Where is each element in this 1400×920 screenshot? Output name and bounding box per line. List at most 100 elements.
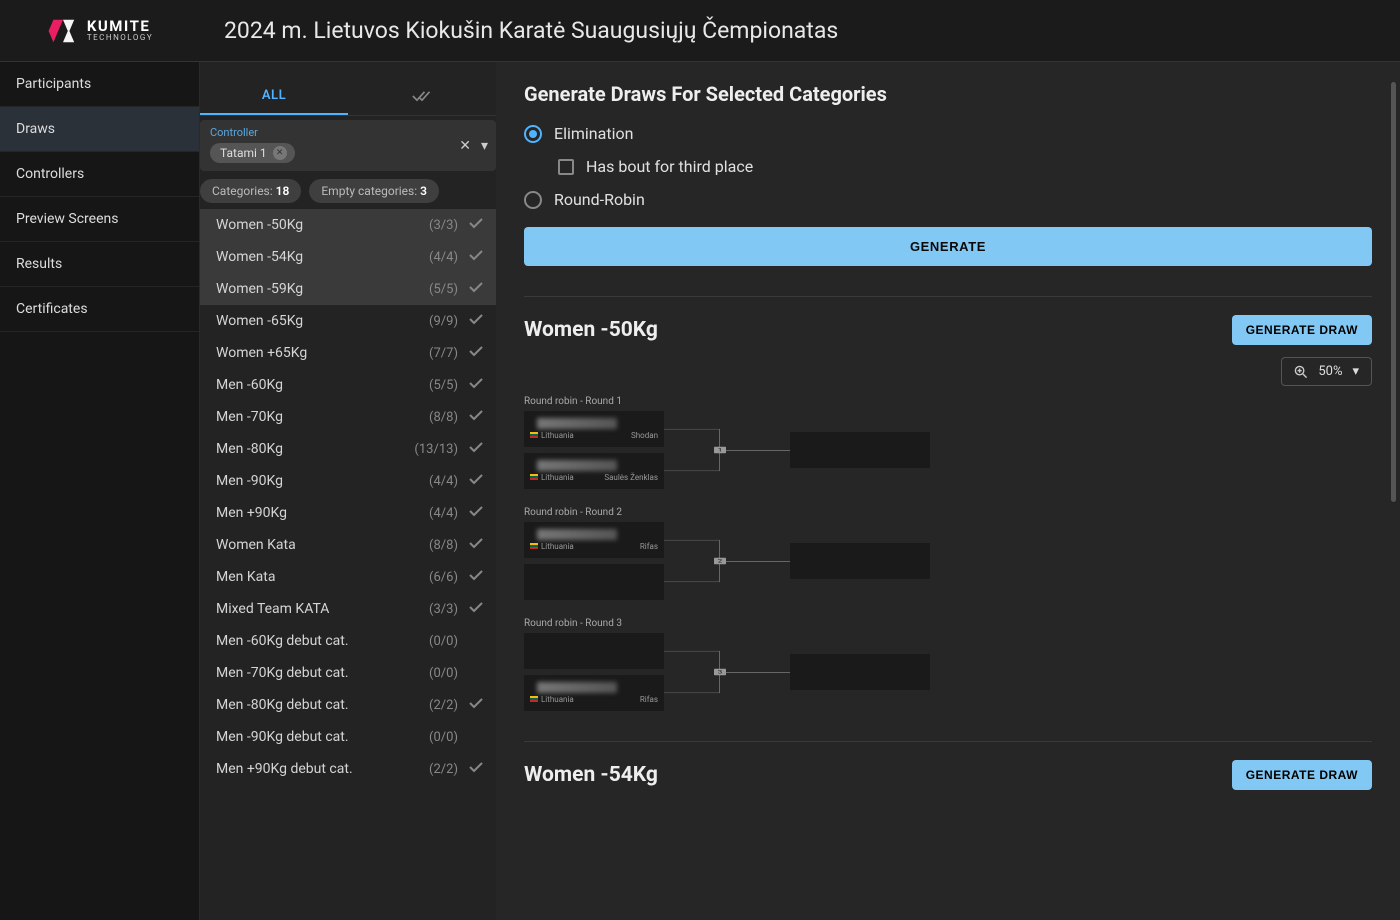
- round-block: Round robin - Round 3 LithuaniaRifas 3: [524, 618, 1372, 711]
- category-count: (6/6): [429, 570, 458, 585]
- brand-name: KUMITE: [87, 19, 153, 34]
- category-list: Women -50Kg (3/3) Women -54Kg (4/4) Wome…: [200, 209, 496, 920]
- sidebar-item-draws[interactable]: Draws: [0, 107, 199, 152]
- generate-button[interactable]: GENERATE: [524, 227, 1372, 266]
- logo[interactable]: KUMITE TECHNOLOGY: [0, 15, 200, 47]
- flag-icon: [530, 696, 538, 702]
- sidebar-item-certificates[interactable]: Certificates: [0, 287, 199, 332]
- category-item[interactable]: Women -54Kg (4/4): [200, 241, 496, 273]
- bracket: Lithuania Rifas 2: [524, 522, 1372, 600]
- category-name: Men -90Kg debut cat.: [216, 729, 429, 745]
- check-icon: [468, 601, 484, 617]
- competitor-name-blurred: [537, 418, 617, 429]
- result-box[interactable]: [790, 654, 930, 690]
- controller-selector[interactable]: Controller Tatami 1 ✕ ✕ ▾: [200, 120, 496, 171]
- elimination-radio[interactable]: Elimination: [524, 124, 1372, 143]
- generate-draw-button[interactable]: GENERATE DRAW: [1232, 760, 1372, 790]
- category-name: Women -54Kg: [216, 249, 429, 265]
- category-count: (3/3): [429, 218, 458, 233]
- bracket: LithuaniaShodan LithuaniaSaulės Ženklas …: [524, 411, 1372, 489]
- tab-checked[interactable]: [348, 78, 496, 115]
- category-count: (9/9): [429, 314, 458, 329]
- sidebar-item-participants[interactable]: Participants: [0, 62, 199, 107]
- sidebar-item-results[interactable]: Results: [0, 242, 199, 287]
- competitor-name-blurred: [537, 682, 617, 693]
- round-label: Round robin - Round 3: [524, 618, 1372, 629]
- double-check-icon: [412, 89, 432, 103]
- category-item[interactable]: Women Kata (8/8): [200, 529, 496, 561]
- check-icon: [468, 313, 484, 329]
- category-item[interactable]: Women -59Kg (5/5): [200, 273, 496, 305]
- sidebar-item-preview-screens[interactable]: Preview Screens: [0, 197, 199, 242]
- empty-categories-pill[interactable]: Empty categories: 3: [309, 179, 439, 203]
- category-item[interactable]: Men -80Kg (13/13): [200, 433, 496, 465]
- category-item[interactable]: Men -60Kg (5/5): [200, 369, 496, 401]
- category-item[interactable]: Men -70Kg debut cat. (0/0): [200, 657, 496, 689]
- round-robin-label: Round-Robin: [554, 190, 645, 209]
- topbar: KUMITE TECHNOLOGY 2024 m. Lietuvos Kioku…: [0, 0, 1400, 62]
- category-count: (0/0): [429, 666, 458, 681]
- block-title: Women -54Kg: [524, 763, 658, 787]
- competitor-club: Rifas: [640, 542, 658, 551]
- competitor-box[interactable]: LithuaniaShodan: [524, 411, 664, 447]
- category-count: (4/4): [429, 250, 458, 265]
- category-item[interactable]: Men -80Kg debut cat. (2/2): [200, 689, 496, 721]
- dropdown-icon[interactable]: ▾: [481, 138, 488, 154]
- category-name: Men -60Kg: [216, 377, 429, 393]
- category-name: Men +90Kg: [216, 505, 429, 521]
- category-item[interactable]: Women -65Kg (9/9): [200, 305, 496, 337]
- flag-icon: [530, 432, 538, 438]
- categories-pill[interactable]: Categories: 18: [200, 179, 301, 203]
- competitor-box[interactable]: Lithuania Rifas: [524, 522, 664, 558]
- category-count: (2/2): [429, 698, 458, 713]
- competitor-box-empty[interactable]: [524, 633, 664, 669]
- scrollbar[interactable]: [1391, 82, 1396, 502]
- category-item[interactable]: Men -60Kg debut cat. (0/0): [200, 625, 496, 657]
- round-robin-radio[interactable]: Round-Robin: [524, 190, 1372, 209]
- category-name: Men -70Kg debut cat.: [216, 665, 429, 681]
- round-block: Round robin - Round 2 Lithuania Rifas 2: [524, 507, 1372, 600]
- category-name: Men -70Kg: [216, 409, 429, 425]
- bracket-connector: [720, 561, 790, 562]
- category-item[interactable]: Women -50Kg (3/3): [200, 209, 496, 241]
- check-icon: [468, 697, 484, 713]
- generate-heading: Generate Draws For Selected Categories: [524, 82, 1372, 106]
- zoom-value: 50%: [1318, 364, 1342, 379]
- generate-draw-button[interactable]: GENERATE DRAW: [1232, 315, 1372, 345]
- clear-icon[interactable]: ✕: [459, 138, 471, 154]
- competitor-box-empty[interactable]: [524, 564, 664, 600]
- competitor-club: Shodan: [631, 431, 658, 440]
- tab-all[interactable]: ALL: [200, 78, 348, 115]
- bout-number: 2: [714, 558, 726, 564]
- check-icon: [468, 377, 484, 393]
- elimination-label: Elimination: [554, 124, 633, 143]
- category-count: (7/7): [429, 346, 458, 361]
- category-item[interactable]: Men +90Kg debut cat. (2/2): [200, 753, 496, 785]
- category-count: (8/8): [429, 538, 458, 553]
- result-box[interactable]: [790, 432, 930, 468]
- flag-icon: [530, 543, 538, 549]
- category-item[interactable]: Men -70Kg (8/8): [200, 401, 496, 433]
- check-icon: [468, 441, 484, 457]
- category-item[interactable]: Men Kata (6/6): [200, 561, 496, 593]
- sidebar-item-controllers[interactable]: Controllers: [0, 152, 199, 197]
- category-item[interactable]: Women +65Kg (7/7): [200, 337, 496, 369]
- controller-chip[interactable]: Tatami 1 ✕: [210, 143, 295, 163]
- category-item[interactable]: Men +90Kg (4/4): [200, 497, 496, 529]
- category-name: Men -90Kg: [216, 473, 429, 489]
- competitor-box[interactable]: LithuaniaSaulės Ženklas: [524, 453, 664, 489]
- category-item[interactable]: Men -90Kg debut cat. (0/0): [200, 721, 496, 753]
- competitor-box[interactable]: LithuaniaRifas: [524, 675, 664, 711]
- category-item[interactable]: Mixed Team KATA (3/3): [200, 593, 496, 625]
- zoom-icon: [1294, 365, 1308, 379]
- third-place-checkbox[interactable]: Has bout for third place: [558, 157, 1372, 176]
- sidebar: ParticipantsDrawsControllersPreview Scre…: [0, 62, 200, 920]
- bracket-connector: 3: [664, 651, 720, 693]
- zoom-control[interactable]: 50% ▾: [1281, 357, 1372, 386]
- category-name: Men -60Kg debut cat.: [216, 633, 429, 649]
- category-item[interactable]: Men -90Kg (4/4): [200, 465, 496, 497]
- result-box[interactable]: [790, 543, 930, 579]
- competitor-country: Lithuania: [530, 542, 574, 551]
- remove-chip-icon[interactable]: ✕: [273, 146, 287, 160]
- round-label: Round robin - Round 2: [524, 507, 1372, 518]
